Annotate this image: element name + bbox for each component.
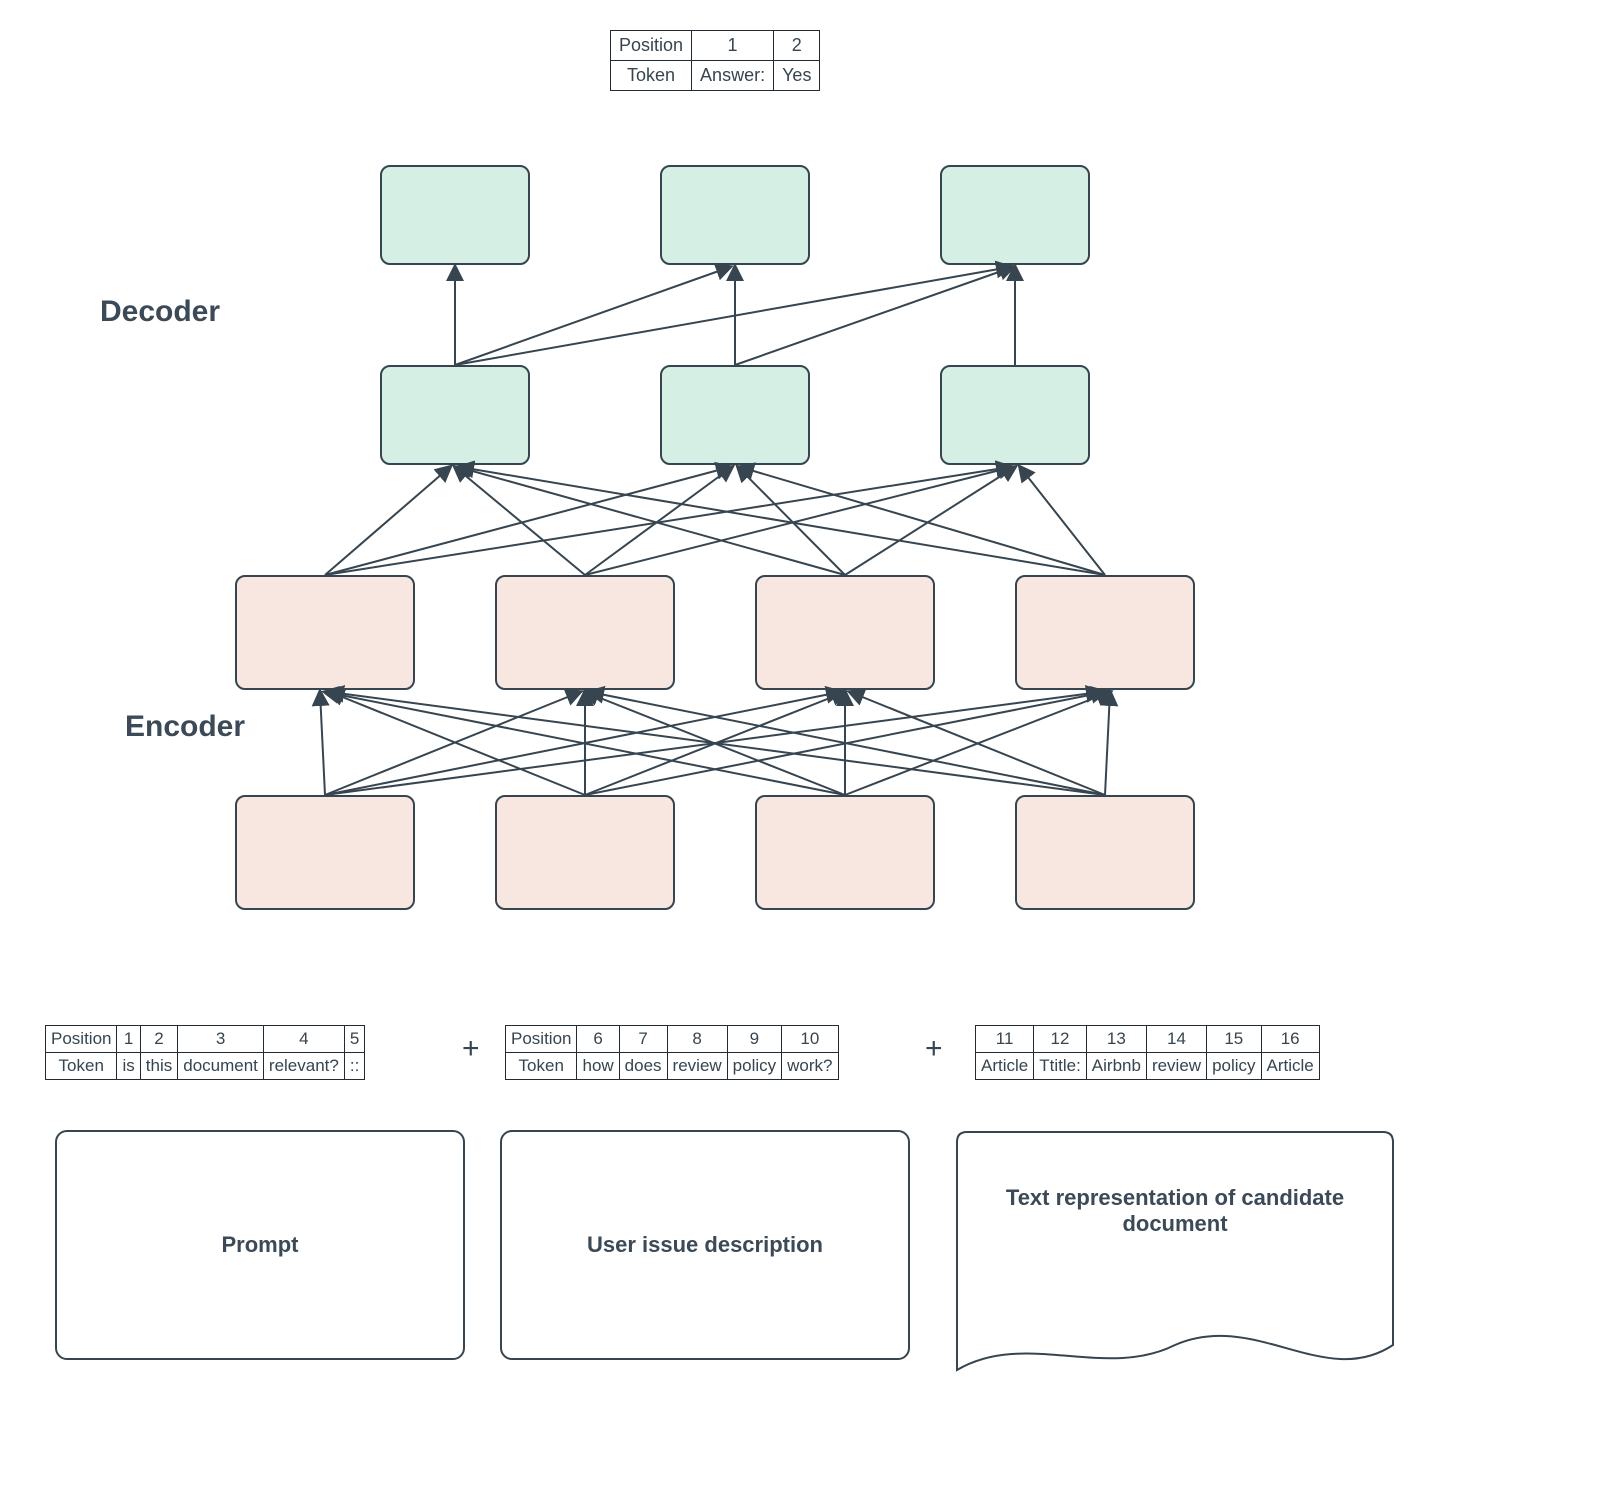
document-box-label: Text representation of candidate documen… [955,1185,1395,1237]
table-row: Position 6 7 8 9 10 [506,1026,839,1053]
table-row: Token Answer: Yes [611,61,820,91]
decoder-block [380,365,530,465]
cell: 15 [1207,1026,1261,1053]
cell: review [1146,1053,1206,1080]
cell: 16 [1261,1026,1319,1053]
plus-icon: + [925,1032,943,1066]
cell: Article [1261,1053,1319,1080]
cell: Position [46,1026,117,1053]
user-issue-box-label: User issue description [587,1232,823,1258]
cell: 12 [1034,1026,1087,1053]
plus-icon: + [462,1032,480,1066]
cell: 6 [577,1026,619,1053]
cell: 2 [774,31,820,61]
table-row: Position 1 2 3 4 5 [46,1026,365,1053]
user-issue-token-table: Position 6 7 8 9 10 Token how does revie… [505,1025,839,1080]
cell: Token [46,1053,117,1080]
cell: 9 [727,1026,781,1053]
cell: 8 [667,1026,727,1053]
cell: Yes [774,61,820,91]
cell: review [667,1053,727,1080]
cell: policy [727,1053,781,1080]
cell: :: [344,1053,364,1080]
diagram-stage: Position 1 2 Token Answer: Yes Decoder E… [20,20,1580,1476]
table-row: Article Ttitle: Airbnb review policy Art… [976,1053,1320,1080]
cell: Position [611,31,692,61]
cell: relevant? [263,1053,344,1080]
cell: policy [1207,1053,1261,1080]
table-row: Position 1 2 [611,31,820,61]
cell: document [178,1053,264,1080]
prompt-box: Prompt [55,1130,465,1360]
decoder-block [940,365,1090,465]
cell: 14 [1146,1026,1206,1053]
cell: Token [506,1053,577,1080]
cell: 4 [263,1026,344,1053]
cell: Airbnb [1086,1053,1146,1080]
cell: 1 [117,1026,140,1053]
cell: Ttitle: [1034,1053,1087,1080]
user-issue-box: User issue description [500,1130,910,1360]
encoder-label: Encoder [125,710,245,744]
cell: 11 [976,1026,1034,1053]
cell: 2 [140,1026,177,1053]
cell: does [619,1053,667,1080]
prompt-box-label: Prompt [222,1232,299,1258]
cell: how [577,1053,619,1080]
cell: is [117,1053,140,1080]
document-token-table: 11 12 13 14 15 16 Article Ttitle: Airbnb… [975,1025,1320,1080]
decoder-label: Decoder [100,295,220,329]
encoder-block [235,795,415,910]
cell: Position [506,1026,577,1053]
encoder-block [235,575,415,690]
encoder-block [495,575,675,690]
cell: Token [611,61,692,91]
decoder-block [380,165,530,265]
encoder-block [1015,795,1195,910]
table-row: Token is this document relevant? :: [46,1053,365,1080]
cell: Answer: [692,61,774,91]
encoder-block [755,575,935,690]
decoder-block [660,365,810,465]
encoder-block [755,795,935,910]
cell: 3 [178,1026,264,1053]
output-table: Position 1 2 Token Answer: Yes [610,30,820,91]
cell: 13 [1086,1026,1146,1053]
document-box: Text representation of candidate documen… [955,1130,1395,1390]
prompt-token-table: Position 1 2 3 4 5 Token is this documen… [45,1025,365,1080]
encoder-block [495,795,675,910]
cell: 10 [782,1026,838,1053]
document-shape-icon [955,1130,1395,1390]
table-row: 11 12 13 14 15 16 [976,1026,1320,1053]
table-row: Token how does review policy work? [506,1053,839,1080]
cell: work? [782,1053,838,1080]
decoder-block [940,165,1090,265]
cell: 7 [619,1026,667,1053]
cell: 1 [692,31,774,61]
cell: Article [976,1053,1034,1080]
cell: this [140,1053,177,1080]
encoder-block [1015,575,1195,690]
cell: 5 [344,1026,364,1053]
decoder-block [660,165,810,265]
